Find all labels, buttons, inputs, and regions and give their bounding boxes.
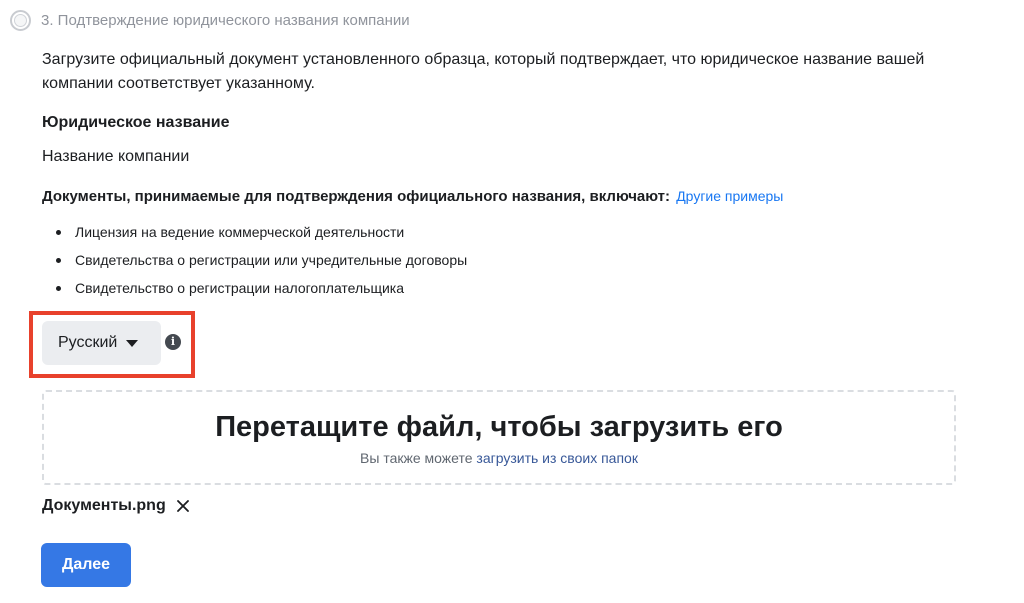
upload-from-folders-link[interactable]: загрузить из своих папок: [476, 450, 638, 466]
step-description: Загрузите официальный документ установле…: [42, 51, 925, 92]
close-icon[interactable]: [176, 499, 190, 513]
dropzone-subtext: Вы также можете загрузить из своих папок: [44, 450, 954, 466]
step-radio-icon[interactable]: [10, 10, 31, 31]
list-item-text: Свидетельства о регистрации или учредите…: [75, 252, 468, 268]
step-radio-inner: [14, 14, 27, 27]
list-item: Лицензия на ведение коммерческой деятель…: [42, 222, 467, 250]
list-item-text: Свидетельство о регистрации налогоплател…: [75, 280, 405, 296]
upload-step-page: 3. Подтверждение юридического названия к…: [0, 0, 1024, 603]
bullet-icon: [56, 258, 61, 263]
dropzone-title: Перетащите файл, чтобы загрузить его: [215, 411, 783, 443]
uploaded-file-row: Документы.png: [42, 497, 190, 515]
list-item-text: Лицензия на ведение коммерческой деятель…: [75, 224, 405, 240]
file-dropzone[interactable]: Перетащите файл, чтобы загрузить его Вы …: [42, 390, 956, 485]
highlight-annotation: [29, 311, 195, 378]
documents-heading-text: Документы, принимаемые для подтверждения…: [42, 188, 671, 205]
legal-name-label: Юридическое название: [42, 114, 230, 131]
other-examples-link[interactable]: Другие примеры: [676, 188, 783, 204]
documents-heading: Документы, принимаемые для подтверждения…: [42, 188, 783, 205]
step-header: 3. Подтверждение юридического названия к…: [10, 10, 410, 31]
list-item: Свидетельства о регистрации или учредите…: [42, 250, 467, 278]
legal-name-value: Название компании: [42, 148, 190, 165]
documents-list: Лицензия на ведение коммерческой деятель…: [42, 222, 467, 306]
list-item: Свидетельство о регистрации налогоплател…: [42, 278, 467, 306]
bullet-icon: [56, 230, 61, 235]
next-button[interactable]: Далее: [41, 543, 131, 587]
step-title: 3. Подтверждение юридического названия к…: [41, 12, 410, 29]
dropzone-subtext-label: Вы также можете: [360, 450, 473, 466]
uploaded-file-name: Документы.png: [42, 497, 166, 514]
bullet-icon: [56, 286, 61, 291]
